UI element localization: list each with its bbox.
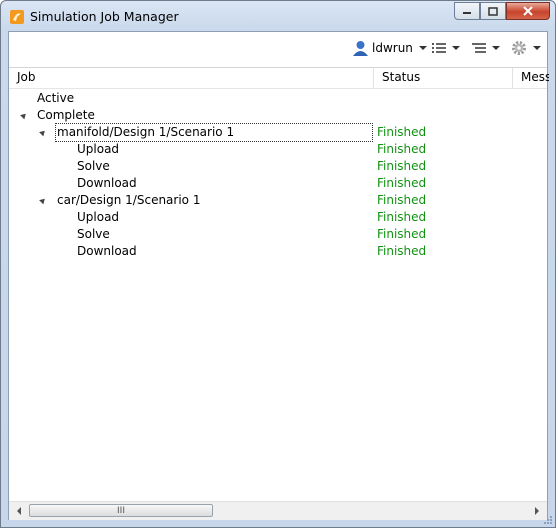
table-row[interactable]: manifold/Design 1/Scenario 1 Finished [9, 123, 547, 142]
table-row[interactable]: car/Design 1/Scenario 1 Finished [9, 192, 547, 209]
app-icon [10, 10, 24, 24]
table-row[interactable]: Download Finished [9, 243, 547, 260]
table-row[interactable]: Upload Finished [9, 141, 547, 158]
horizontal-scrollbar[interactable]: III [9, 501, 547, 520]
column-header-job[interactable]: Job [9, 68, 374, 88]
chevron-down-icon [492, 46, 500, 50]
arrow-left-icon [17, 507, 21, 515]
job-status: Finished [377, 125, 427, 139]
tree-node-label: Active [37, 91, 75, 105]
task-status: Finished [377, 159, 427, 173]
chevron-down-icon [452, 46, 460, 50]
maximize-icon [488, 6, 498, 16]
user-icon [353, 40, 368, 56]
task-status: Finished [377, 227, 427, 241]
title-bar[interactable]: Simulation Job Manager [1, 1, 555, 31]
client-area: ldwrun Job Status Mess Active Complete m… [8, 31, 549, 520]
task-name: Download [77, 176, 137, 190]
close-button[interactable] [506, 2, 550, 20]
task-status: Finished [377, 210, 427, 224]
settings-gear-icon [512, 41, 526, 55]
minimize-icon [463, 12, 471, 14]
scrollbar-thumb[interactable]: III [29, 504, 213, 517]
task-name: Solve [77, 159, 110, 173]
task-status: Finished [377, 142, 427, 156]
list-view-icon [432, 43, 446, 53]
job-name: manifold/Design 1/Scenario 1 [55, 123, 373, 142]
user-menu-button[interactable]: ldwrun [352, 39, 427, 57]
column-header-message[interactable]: Mess [513, 68, 549, 88]
scroll-left-button[interactable] [11, 503, 27, 519]
tree-view-button[interactable] [472, 39, 500, 57]
tree-node-label: Complete [37, 108, 95, 122]
arrow-right-icon [535, 507, 539, 515]
task-status: Finished [377, 244, 427, 258]
close-icon [523, 6, 533, 16]
app-window: Simulation Job Manager ldwrun Job Status… [0, 0, 556, 528]
toolbar: ldwrun [9, 32, 547, 62]
chevron-down-icon [418, 46, 427, 50]
table-row[interactable]: Solve Finished [9, 158, 547, 175]
expand-arrow-icon[interactable] [20, 111, 28, 120]
window-title: Simulation Job Manager [30, 9, 179, 24]
table-row[interactable]: Solve Finished [9, 226, 547, 243]
scrollbar-grip: III [117, 505, 125, 516]
resize-grip-icon[interactable] [543, 515, 553, 525]
task-name: Upload [77, 142, 120, 156]
table-row[interactable]: Upload Finished [9, 209, 547, 226]
task-name: Upload [77, 210, 120, 224]
chevron-down-icon [533, 46, 541, 50]
job-status: Finished [377, 193, 427, 207]
list-view-button[interactable] [432, 39, 460, 57]
column-header: Job Status Mess [9, 67, 549, 89]
column-header-status[interactable]: Status [374, 68, 513, 88]
expand-arrow-icon[interactable] [39, 128, 47, 137]
task-name: Solve [77, 227, 110, 241]
maximize-button[interactable] [480, 2, 506, 20]
username-label: ldwrun [372, 41, 413, 55]
task-status: Finished [377, 176, 427, 190]
expand-arrow-icon[interactable] [39, 196, 47, 205]
task-name: Download [77, 244, 137, 258]
tree-node-complete[interactable]: Complete [9, 107, 547, 124]
minimize-button[interactable] [454, 2, 480, 20]
tree-node-active[interactable]: Active [9, 90, 547, 107]
table-row[interactable]: Download Finished [9, 175, 547, 192]
job-name: car/Design 1/Scenario 1 [57, 193, 201, 207]
tree-view-icon [472, 43, 486, 53]
settings-button[interactable] [511, 39, 541, 57]
